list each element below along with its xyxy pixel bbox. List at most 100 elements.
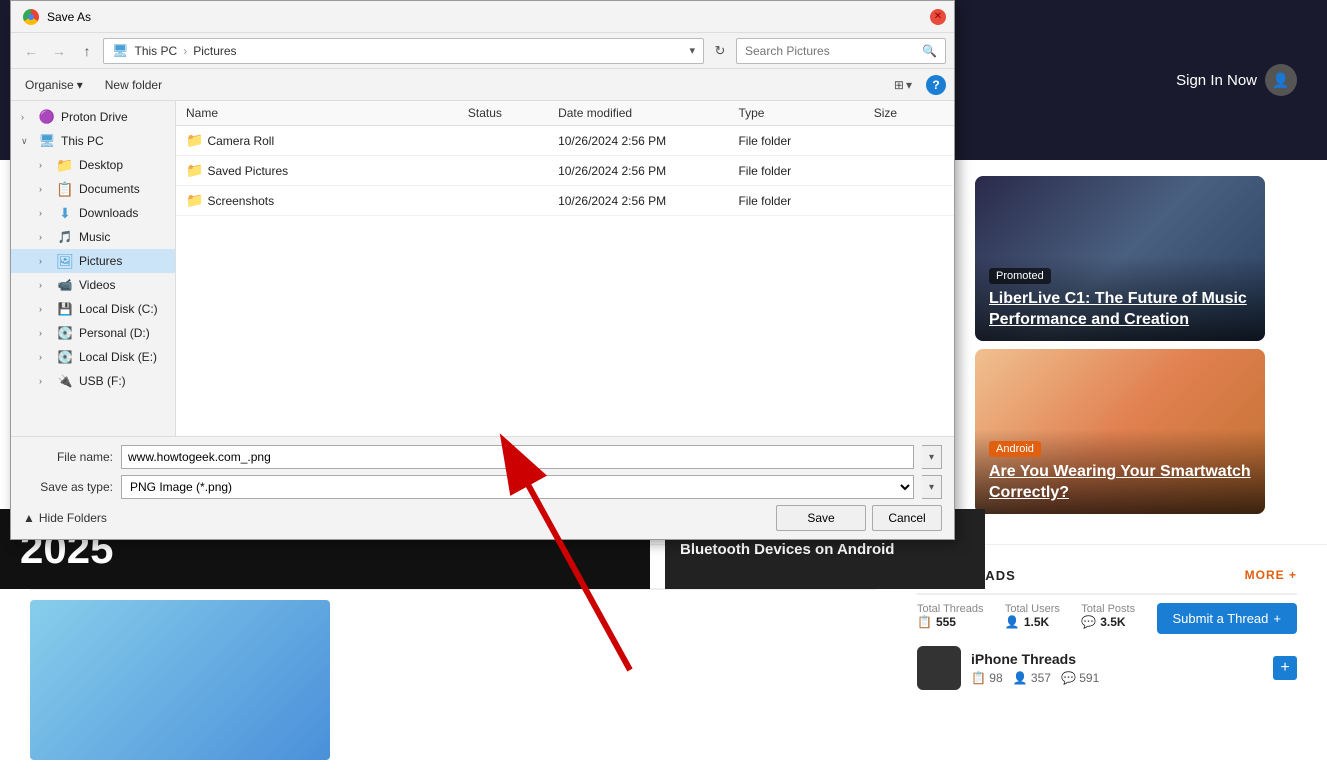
save-button[interactable]: Save [776,505,866,531]
filetype-select[interactable]: PNG Image (*.png) [121,475,914,499]
sidebar-item-documents[interactable]: › 📋 Documents [11,177,175,201]
filetype-row: Save as type: PNG Image (*.png) ▾ [23,475,942,499]
sidebar-item-this-pc[interactable]: ∨ 🖥 This PC [11,129,175,153]
file-date: 10/26/2024 2:56 PM [548,126,728,156]
file-status [458,186,548,216]
card-1-title: LiberLive C1: The Future of Music Perfor… [989,289,1251,331]
file-name: Screenshots [207,194,274,208]
address-folder-icon: 🖥 [112,43,129,59]
pictures-label: Pictures [79,254,122,268]
file-type: File folder [728,156,863,186]
sidebar-item-usb[interactable]: › 🔌 USB (F:) [11,369,175,393]
sidebar-item-pictures[interactable]: › 🖼 Pictures [11,249,175,273]
col-header-size[interactable]: Size [864,101,954,126]
expand-icon-music: › [39,232,51,242]
sidebar-item-personal-d[interactable]: › 💽 Personal (D:) [11,321,175,345]
total-posts-stat: Total Posts 💬3.5K [1081,603,1135,629]
personal-d-icon: 💽 [57,325,73,341]
thread-add-button[interactable]: + [1273,656,1297,680]
threads-count: 555 [936,615,956,629]
new-folder-button[interactable]: New folder [97,75,170,95]
expand-icon-e: › [39,352,51,362]
breadcrumb-this-pc: This PC [135,44,178,58]
file-name: Camera Roll [207,134,274,148]
file-status [458,126,548,156]
col-header-name[interactable]: Name [176,101,458,126]
desktop-icon: 📁 [57,157,73,173]
table-row[interactable]: 📁Screenshots 10/26/2024 2:56 PM File fol… [176,186,954,216]
organise-button[interactable]: Organise ▾ [19,75,89,95]
nav-back-button[interactable]: ← [19,39,43,63]
cancel-button[interactable]: Cancel [872,505,942,531]
local-disk-e-label: Local Disk (E:) [79,350,157,364]
file-size [864,156,954,186]
expand-icon-pictures: › [39,256,51,266]
card-1[interactable]: Promoted LiberLive C1: The Future of Mus… [975,176,1265,341]
address-dropdown-button[interactable]: ▾ [689,44,695,57]
pictures-icon: 🖼 [57,253,73,269]
sign-in-button[interactable]: Sign In Now 👤 [1176,64,1297,96]
view-button[interactable]: ⊞ ▾ [888,75,918,95]
search-input[interactable] [745,44,916,58]
files-table: Name Status Date modified Type Size 📁Cam… [176,101,954,216]
col-header-date[interactable]: Date modified [548,101,728,126]
help-button[interactable]: ? [926,75,946,95]
desktop-label: Desktop [79,158,123,172]
col-header-type[interactable]: Type [728,101,863,126]
col-header-status[interactable]: Status [458,101,548,126]
downloads-label: Downloads [79,206,138,220]
nav-up-button[interactable]: ↑ [75,39,99,63]
sidebar-item-local-e[interactable]: › 💽 Local Disk (E:) [11,345,175,369]
sidebar-item-desktop[interactable]: › 📁 Desktop [11,153,175,177]
expand-icon-desktop: › [39,160,51,170]
users-count: 1.5K [1024,615,1049,629]
thread-users: 👤 357 [1013,671,1051,685]
folder-icon: 📁 [186,162,203,178]
table-row[interactable]: 📁Camera Roll 10/26/2024 2:56 PM File fol… [176,126,954,156]
expand-icon-pc: ∨ [21,136,33,147]
expand-icon-c: › [39,304,51,314]
dialog-close-button[interactable]: ✕ [930,9,946,25]
dialog-title-text: Save As [47,10,91,24]
filetype-dropdown-arrow[interactable]: ▾ [922,475,942,499]
address-bar[interactable]: 🖥 This PC › Pictures ▾ [103,38,704,64]
breadcrumb-pictures: Pictures [193,44,236,58]
submit-thread-button[interactable]: Submit a Thread + [1157,603,1297,634]
card-2[interactable]: Android Are You Wearing Your Smartwatch … [975,349,1265,514]
hide-folders-button[interactable]: ▲ Hide Folders [23,511,107,525]
dialog-title-area: Save As [23,9,91,25]
local-disk-c-icon: 💾 [57,301,73,317]
table-row[interactable]: 📁Saved Pictures 10/26/2024 2:56 PM File … [176,156,954,186]
filename-input[interactable] [121,445,914,469]
expand-icon-usb: › [39,376,51,386]
hide-folders-arrow: ▲ [23,511,35,525]
organise-chevron: ▾ [77,78,83,92]
dialog-titlebar: Save As ✕ [11,1,954,33]
threads-more[interactable]: MORE + [1245,568,1297,582]
dialog-bottom-bar: File name: ▾ Save as type: PNG Image (*.… [11,436,954,539]
this-pc-label: This PC [61,134,104,148]
local-disk-e-icon: 💽 [57,349,73,365]
videos-label: Videos [79,278,115,292]
sidebar-item-proton-drive[interactable]: › 🟣 Proton Drive [11,105,175,129]
nav-forward-button[interactable]: → [47,39,71,63]
sidebar-item-videos[interactable]: › 📹 Videos [11,273,175,297]
file-type: File folder [728,186,863,216]
expand-icon-dl: › [39,208,51,218]
product-reviews-section: PRODUCT REVIEWS MORE + + [30,565,877,754]
music-icon: 🎵 [57,229,73,245]
sidebar-item-local-c[interactable]: › 💾 Local Disk (C:) [11,297,175,321]
dialog-sidebar: › 🟣 Proton Drive ∨ 🖥 This PC › 📁 Desktop… [11,101,176,436]
filetype-label: Save as type: [23,480,113,494]
sidebar-item-downloads[interactable]: › ⬇ Downloads [11,201,175,225]
refresh-button[interactable]: ↻ [708,39,732,63]
view-chevron: ▾ [906,78,912,92]
search-box[interactable]: 🔍 [736,38,946,64]
file-type: File folder [728,126,863,156]
file-date: 10/26/2024 2:56 PM [548,156,728,186]
sidebar-item-music[interactable]: › 🎵 Music [11,225,175,249]
filename-dropdown-arrow[interactable]: ▾ [922,445,942,469]
thread-list-item[interactable]: iPhone Threads 📋 98 👤 357 💬 591 + [917,646,1297,690]
total-threads-stat: Total Threads 📋555 [917,603,983,629]
thread-replies: 📋 98 [971,671,1003,685]
